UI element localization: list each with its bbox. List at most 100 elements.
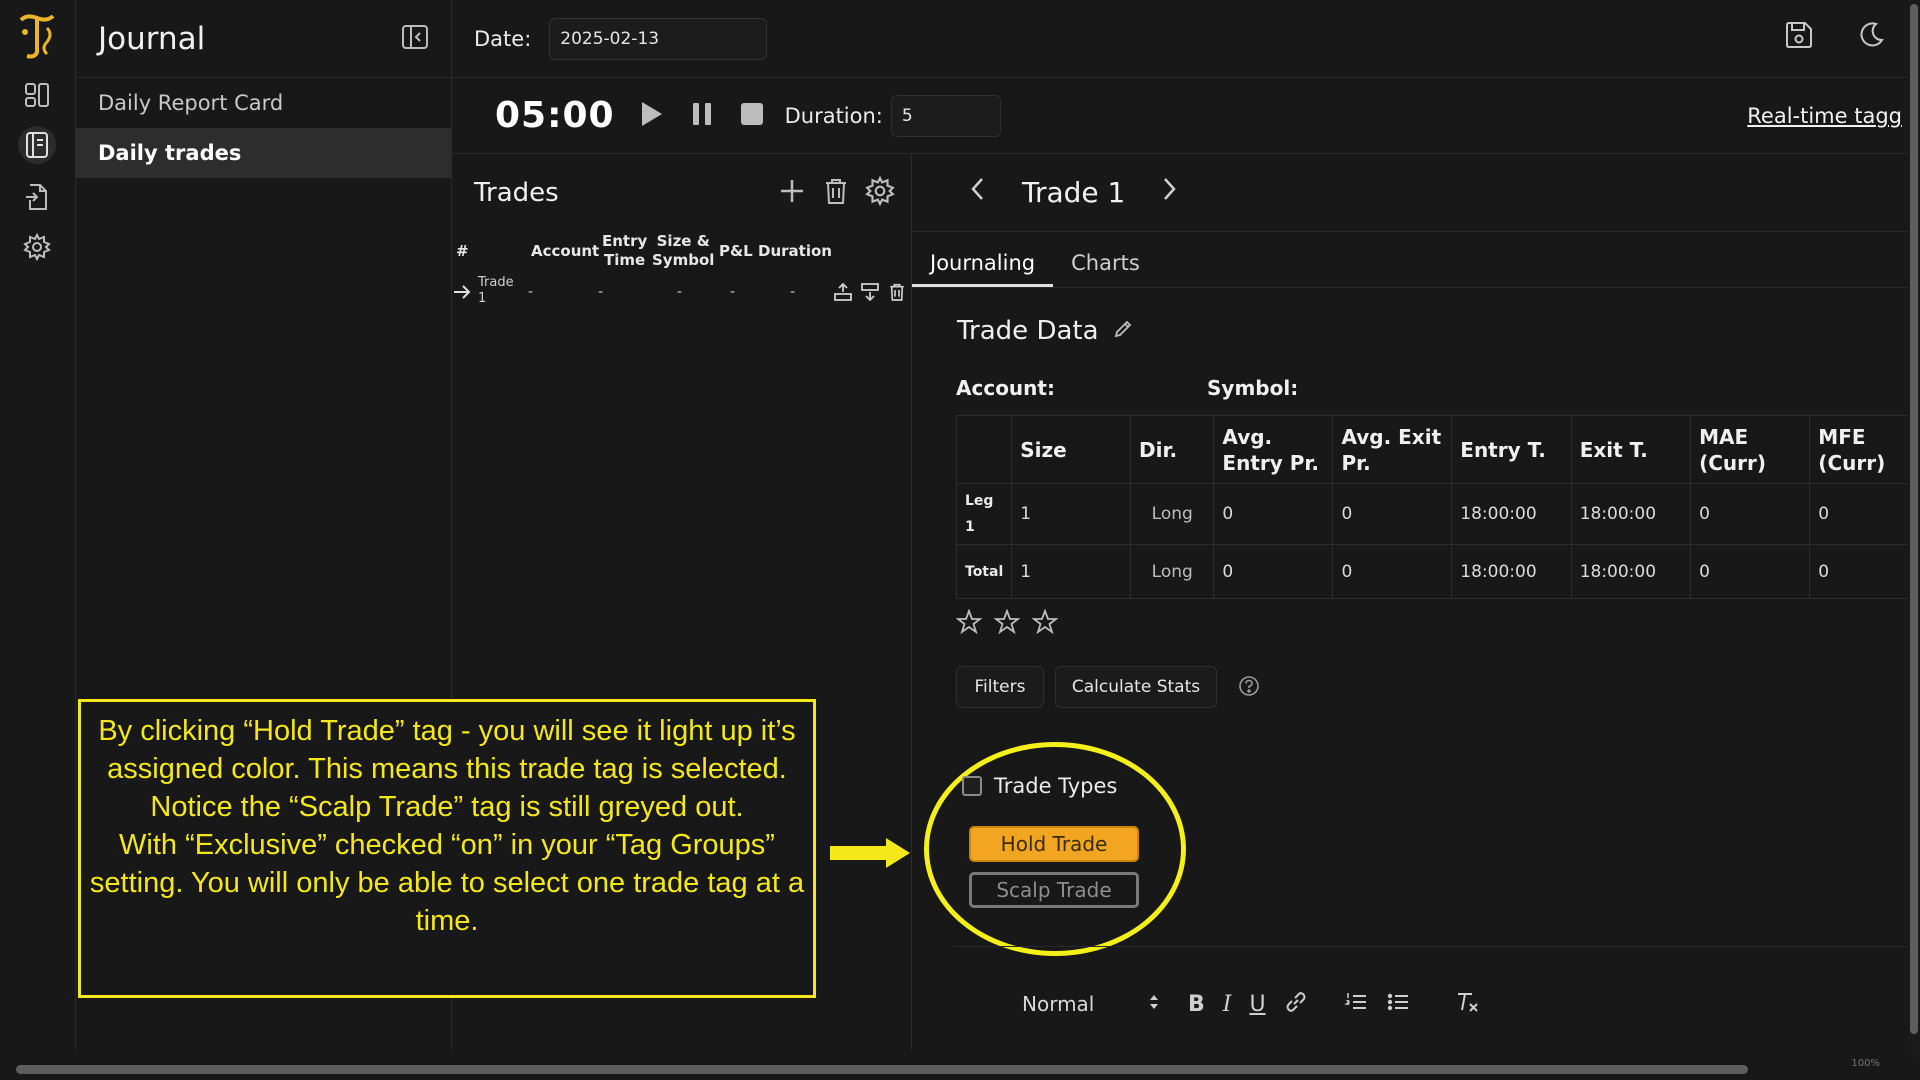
table-row: Total 1 Long 0 0 18:00:00 18:00:00 0 0 [955,544,1910,599]
sidebar-header: Journal [76,0,451,78]
journal-icon[interactable] [18,126,56,164]
col-header-entry-t: Entry T. [1451,415,1572,484]
current-row-arrow-icon [452,282,472,306]
clear-format-icon[interactable] [1454,990,1480,1018]
icon-rail [0,0,76,1050]
col-header-avg-exit: Avg. Exit Pr. [1332,415,1453,484]
delete-row-icon[interactable] [887,282,907,306]
next-trade-icon[interactable] [1159,175,1179,210]
annotation-text: By clicking “Hold Trade” tag - you will … [89,715,805,937]
cell-dir: Long [1129,483,1215,545]
col-header-number: # [456,242,469,260]
link-icon[interactable] [1284,990,1308,1018]
cell-avg-entry: 0 [1213,544,1334,599]
horizontal-scroll-thumb[interactable] [16,1065,1748,1074]
divider [954,946,1910,947]
tab-charts[interactable]: Charts [1053,251,1158,287]
tab-journaling[interactable]: Journaling [912,251,1054,287]
col-header-entry-time: Entry Time [602,232,648,269]
cell-mfe[interactable]: 0 [1809,483,1910,545]
prev-trade-icon[interactable] [968,175,988,210]
col-header-exit-t: Exit T. [1570,415,1692,484]
ordered-list-icon[interactable] [1343,990,1368,1018]
dark-mode-icon[interactable] [1856,20,1886,54]
trade-nav: Trade 1 [912,154,1910,232]
realtime-tagging-link[interactable]: Real-time tagg [1747,104,1902,128]
cell-mfe: 0 [1809,544,1910,599]
settings-icon[interactable] [18,228,56,266]
col-header-mfe: MFE (Curr) [1809,415,1910,484]
sidebar-item-daily-trades[interactable]: Daily trades [76,128,451,178]
cell-exit-t[interactable]: 18:00:00 [1570,483,1692,545]
help-icon[interactable] [1238,675,1260,701]
trade-detail-panel: Trade 1 Journaling Charts Trade Data Acc… [912,154,1910,1050]
top-bar: Date: [452,0,1910,78]
tag-group-trade-types: Trade Types [962,774,1117,798]
star-icon[interactable] [1031,608,1059,639]
cell-exit-t: 18:00:00 [1570,544,1692,599]
insert-below-icon[interactable] [860,282,880,306]
trade-legs-table: Size Dir. Avg. Entry Pr. Avg. Exit Pr. E… [955,415,1910,599]
trades-title: Trades [474,178,559,208]
cell-dir: Long [1129,544,1215,599]
filters-button[interactable]: Filters [956,666,1044,708]
format-select[interactable]: Normal [1022,992,1160,1017]
col-header-blank [955,415,1013,484]
bold-icon[interactable]: B [1188,992,1205,1017]
cell-avg-exit[interactable]: 0 [1332,483,1453,545]
row-label: Total [955,544,1013,599]
col-header-duration: Duration [758,242,832,260]
save-icon[interactable] [1784,20,1814,54]
tag-group-checkbox[interactable] [962,776,982,796]
account-label: Account: [956,376,1055,400]
star-icon[interactable] [993,608,1021,639]
calculate-stats-button[interactable]: Calculate Stats [1055,666,1217,708]
col-header-dir: Dir. [1129,415,1215,484]
stop-icon[interactable] [739,99,765,133]
section-title: Trade Data [957,316,1099,346]
edit-pencil-icon[interactable] [1113,316,1133,346]
symbol-label: Symbol: [1207,376,1299,400]
annotation-callout: By clicking “Hold Trade” tag - you will … [78,699,816,998]
horizontal-scrollbar[interactable]: 100% [0,1058,1920,1080]
star-icon[interactable] [955,608,983,639]
trade-entry-time: - [598,284,604,300]
insert-above-icon[interactable] [833,282,853,306]
editor-toolbar: Normal B I U [1022,990,1480,1018]
vertical-scrollbar[interactable] [1908,0,1920,1058]
cell-entry-t: 18:00:00 [1451,544,1572,599]
app-logo[interactable] [17,12,57,60]
underline-icon[interactable]: U [1249,992,1265,1017]
sidebar-item-daily-report-card[interactable]: Daily Report Card [76,78,451,128]
dashboard-icon[interactable] [18,76,56,114]
tag-scalp-trade[interactable]: Scalp Trade [969,872,1139,908]
italic-icon[interactable]: I [1223,992,1232,1017]
date-input[interactable] [549,17,768,60]
add-trade-icon[interactable] [777,176,807,210]
pause-icon[interactable] [689,99,715,133]
vertical-scroll-thumb[interactable] [1910,4,1918,1034]
cell-avg-entry[interactable]: 0 [1213,483,1334,545]
sidebar-title: Journal [98,20,206,57]
trade-pnl: - [730,284,736,300]
play-icon[interactable] [639,99,665,133]
duration-input[interactable] [890,94,1001,137]
cell-mae: 0 [1690,544,1811,599]
annotation-arrow-icon [828,836,912,874]
trade-data-heading: Trade Data [957,316,1133,346]
cell-entry-t[interactable]: 18:00:00 [1451,483,1572,545]
tag-hold-trade[interactable]: Hold Trade [969,826,1139,862]
collapse-sidebar-icon[interactable] [401,23,429,55]
trade-duration: - [790,284,796,300]
cell-size[interactable]: 1 [1011,483,1131,545]
bullet-list-icon[interactable] [1386,990,1410,1018]
trades-settings-icon[interactable] [865,175,895,210]
cell-size: 1 [1011,544,1131,599]
import-file-icon[interactable] [18,178,56,216]
table-row: Leg 1 1 Long 0 0 18:00:00 18:00:00 0 0 [955,483,1910,545]
date-label: Date: [474,26,532,51]
delete-trades-icon[interactable] [821,176,851,210]
trade-size-symbol: - [677,284,683,300]
cell-mae[interactable]: 0 [1690,483,1811,545]
timer-bar: 05:00 Duration: Real-time tagg [452,78,1910,154]
